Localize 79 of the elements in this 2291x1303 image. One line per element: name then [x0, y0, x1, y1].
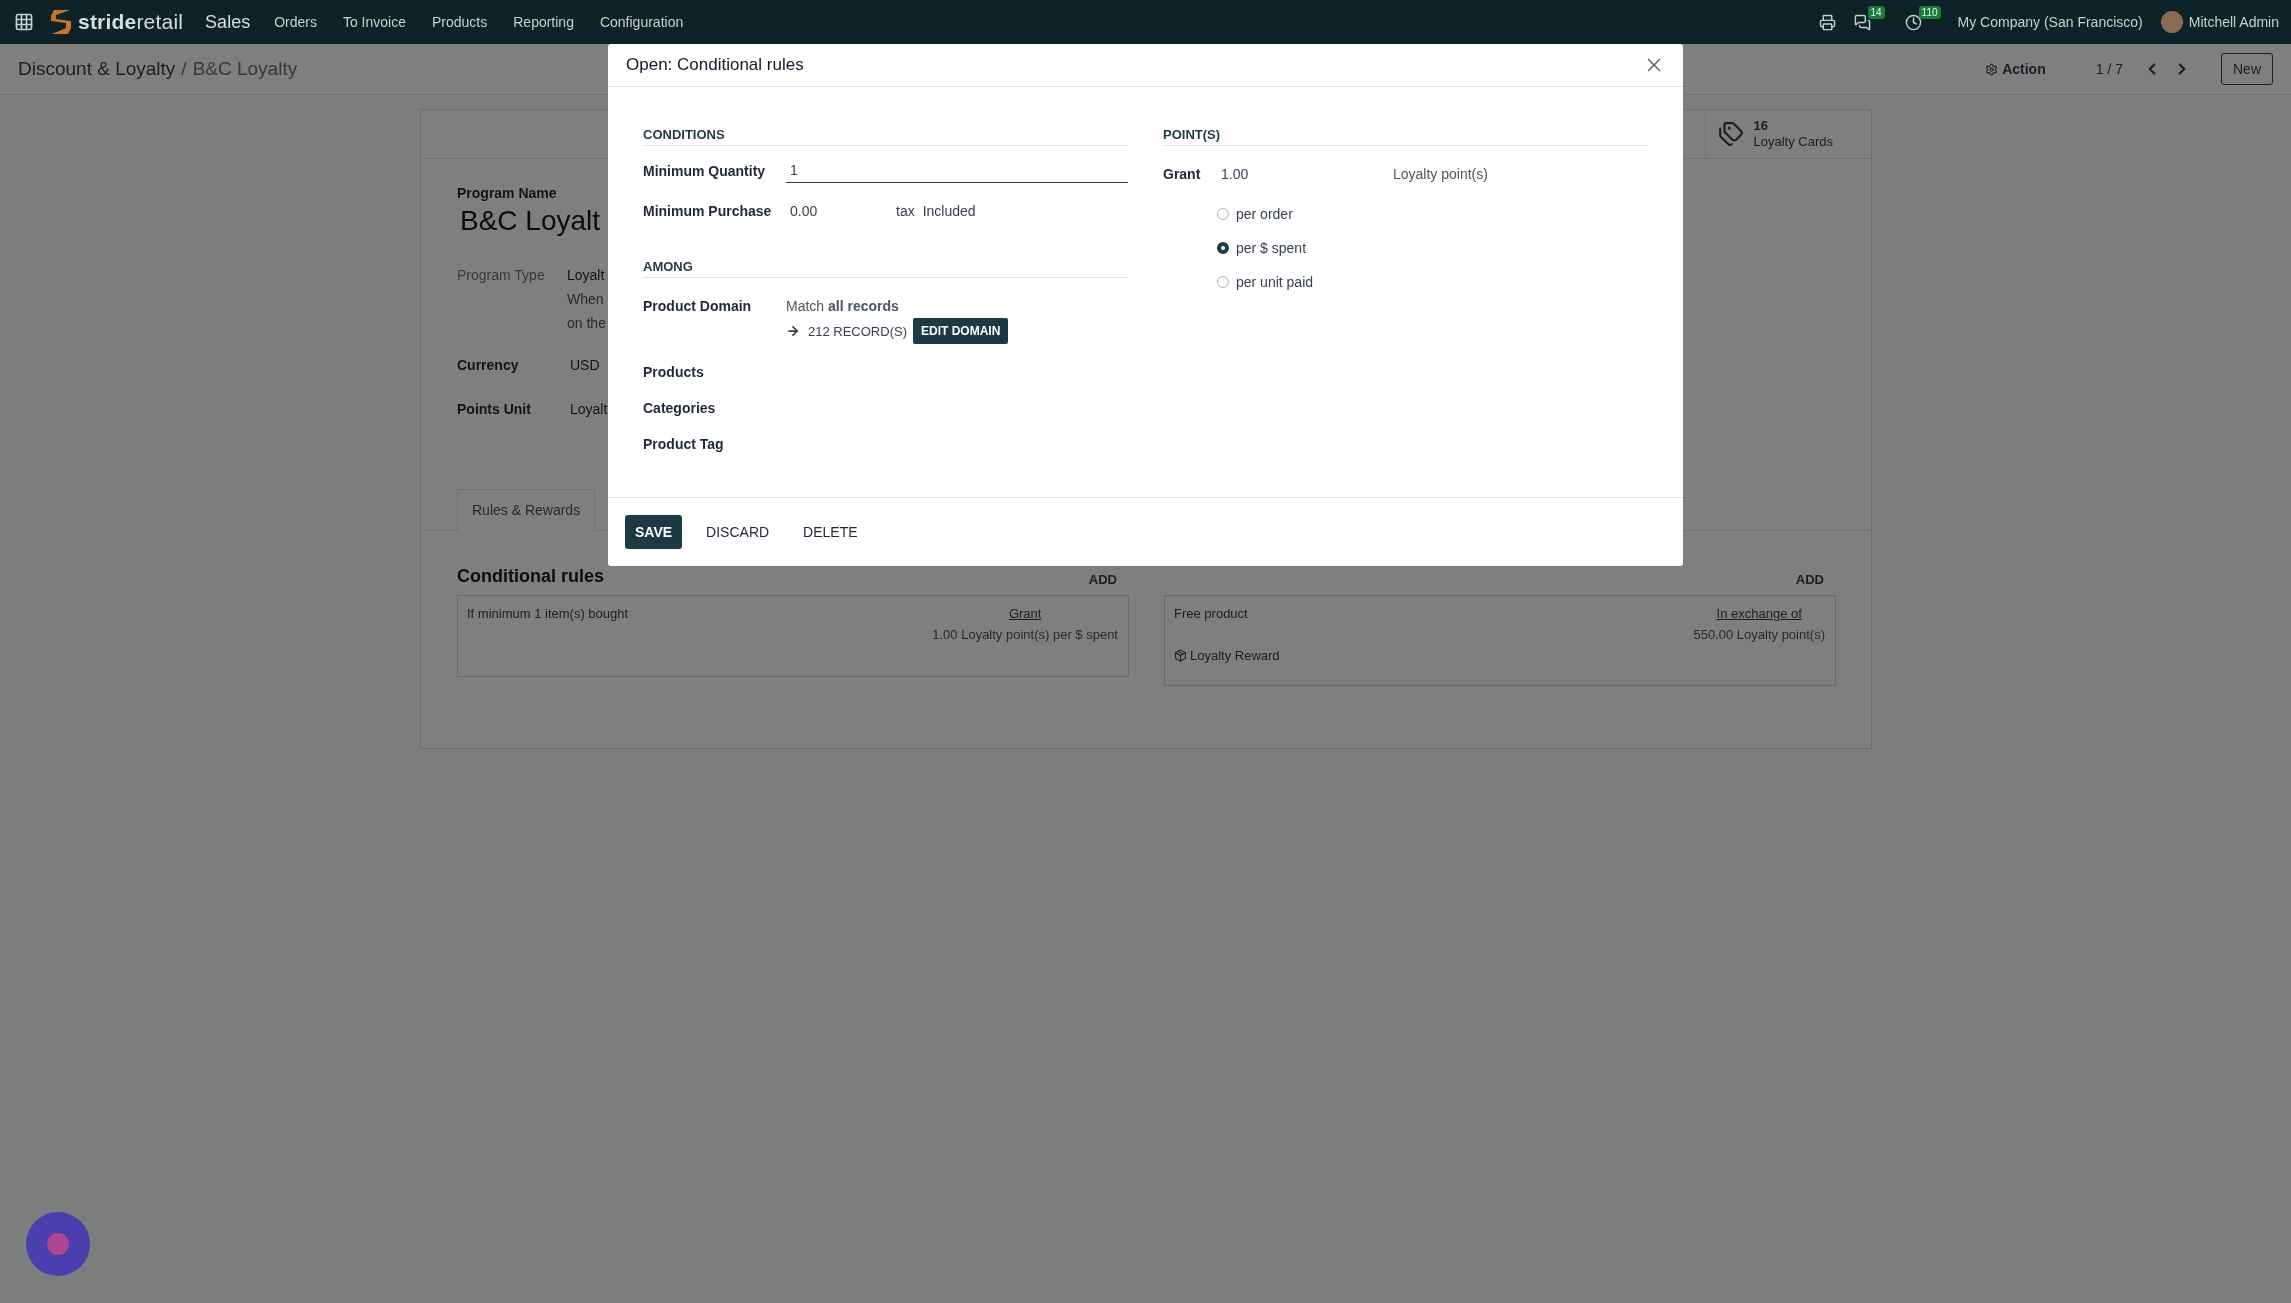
edit-domain-button[interactable]: EDIT DOMAIN [912, 318, 1009, 344]
domain-summary: Match all records [786, 298, 900, 314]
field-label: Minimum Purchase [643, 203, 773, 219]
radio-button[interactable] [1217, 208, 1229, 220]
chat-icon[interactable] [1853, 13, 1871, 31]
field-label: Product Tag [643, 436, 725, 452]
radio-option[interactable]: per $ spent [1217, 240, 1648, 256]
breadcrumb-current: B&C Loyalty [192, 58, 298, 80]
field-label: Product Domain [643, 298, 753, 314]
apps-menu-icon[interactable] [14, 12, 34, 32]
stat-label: Loyalty Cards [1753, 134, 1833, 150]
field-label: Grant [1163, 166, 1202, 182]
menu-item[interactable]: To Invoice [342, 14, 406, 30]
section-heading: AMONG [643, 259, 1128, 278]
product-name: Loyalty Reward [1190, 648, 1280, 663]
field-label: Currency [457, 357, 520, 373]
points-unit: Loyalty point(s) [1393, 166, 1489, 182]
pager-value: 1 / 7 [2095, 61, 2123, 77]
field-label: Products [643, 364, 705, 380]
radio-option[interactable]: per order [1217, 206, 1648, 222]
breadcrumb-separator: / [181, 58, 187, 80]
reward-detail: 550.00 Loyalty point(s) [1693, 627, 1825, 642]
field-label: Points Unit [457, 401, 532, 417]
records-link[interactable]: 212 RECORD(S) [786, 323, 907, 339]
field-label: Program Type [457, 267, 546, 283]
menu-item[interactable]: Configuration [599, 14, 684, 30]
tax-value[interactable]: Included [922, 203, 976, 219]
printer-icon[interactable] [1818, 13, 1836, 31]
section-heading: CONDITIONS [643, 127, 1128, 146]
save-button[interactable]: SAVE [625, 515, 683, 549]
section-title: Conditional rules [457, 566, 604, 587]
reward-text: Free product [1174, 606, 1249, 623]
user-avatar[interactable] [2160, 11, 2183, 33]
stat-value: 16 [1753, 118, 1768, 134]
rule-card[interactable]: If minimum 1 item(s) bought Grant 1.00 Loyalty point(s) per $ spent [457, 595, 1129, 677]
messages-badge: 14 [1867, 5, 1885, 19]
rule-text: If minimum 1 item(s) bought [467, 606, 630, 623]
field-label: Minimum Quantity [643, 162, 767, 179]
radio-button[interactable] [1217, 242, 1229, 254]
radio-option[interactable]: per unit paid [1217, 274, 1648, 290]
new-button[interactable]: New [2221, 53, 2273, 85]
description-text: on the [567, 315, 606, 331]
program-name: B&C Loyalt [460, 205, 601, 237]
description-text: When [567, 291, 604, 307]
gear-icon [1985, 62, 1999, 76]
reward-card[interactable]: Free product In exchange of 550.00 Loyalty point(s) Loyalty Reward [1164, 595, 1836, 686]
company-switcher[interactable]: My Company (San Francisco) [1957, 14, 2143, 30]
tab[interactable]: Rules & Rewards [457, 489, 596, 531]
grant-link[interactable]: Grant [1008, 606, 1042, 621]
menu-item[interactable]: Reporting [513, 14, 574, 30]
exchange-link[interactable]: In exchange of [1716, 606, 1802, 621]
footer-button[interactable]: DELETE [793, 515, 868, 549]
add-button[interactable]: ADD [1795, 572, 1836, 587]
box-icon [1174, 649, 1187, 662]
logo-icon [48, 7, 74, 37]
user-name[interactable]: Mitchell Admin [2188, 14, 2279, 30]
activities-badge: 110 [1918, 5, 1941, 19]
menu-item[interactable]: Orders [274, 14, 317, 30]
field-value: USD [570, 357, 600, 373]
radio-button[interactable] [1217, 276, 1229, 288]
breadcrumb-link[interactable]: Discount & Loyalty [18, 58, 176, 80]
add-button[interactable]: ADD [1088, 572, 1129, 587]
arrow-right-icon [786, 324, 800, 338]
logo-text: strideretail [78, 10, 184, 34]
grant-field[interactable]: 1.00 [1217, 162, 1327, 186]
menu-item[interactable]: Products [432, 14, 488, 30]
tags-icon [1717, 121, 1744, 147]
minimum-quantity-field[interactable]: 1 [786, 158, 1128, 183]
app-name[interactable]: Sales [205, 11, 251, 33]
action-button[interactable]: Action [1979, 60, 2052, 78]
field-label: Categories [643, 400, 717, 416]
minimum-purchase-field[interactable]: 0.00 [786, 199, 896, 223]
tax-label: tax [896, 203, 915, 219]
rule-detail: 1.00 Loyalty point(s) per $ spent [932, 627, 1118, 642]
clock-icon[interactable] [1904, 13, 1922, 31]
dialog-title: Open: Conditional rules [626, 55, 804, 75]
section-heading: POINT(S) [1163, 127, 1648, 146]
footer-button[interactable]: DISCARD [696, 515, 780, 549]
field-label: Program Name [457, 185, 557, 201]
